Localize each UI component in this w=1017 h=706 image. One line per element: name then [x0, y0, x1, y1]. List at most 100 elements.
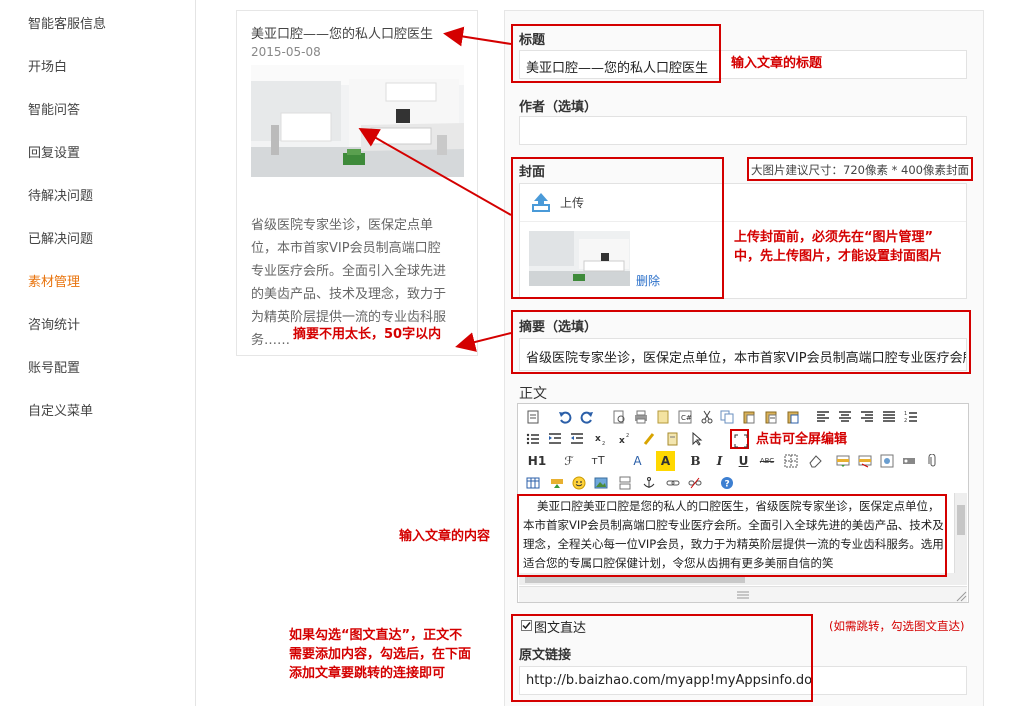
svg-text:2: 2 [626, 433, 629, 439]
eraser-icon[interactable] [806, 451, 825, 471]
insert-frame-icon[interactable] [548, 473, 567, 493]
svg-text:1: 1 [904, 411, 907, 417]
font-size-select[interactable]: тT [586, 451, 610, 471]
code-icon[interactable]: C# [676, 407, 695, 427]
resize-grip-icon [737, 591, 967, 602]
redo-icon[interactable] [578, 407, 597, 427]
title-annotation: 输入文章的标题 [731, 56, 823, 71]
sidebar-item-custom-menu[interactable]: 自定义菜单 [28, 400, 93, 419]
title-highlight-box [511, 24, 721, 83]
sidebar-item-opening[interactable]: 开场白 [28, 56, 67, 75]
fullscreen-icon[interactable] [730, 429, 749, 449]
sidebar-item-reply-settings[interactable]: 回复设置 [28, 142, 80, 161]
sidebar: 智能客服信息 开场白 智能问答 回复设置 待解决问题 已解决问题 素材管理 咨询… [0, 0, 196, 706]
paste-word-icon[interactable] [784, 407, 803, 427]
print-icon[interactable] [632, 407, 651, 427]
select-all-icon[interactable] [664, 429, 683, 449]
ordered-list-icon[interactable]: 12 [902, 407, 921, 427]
preview-title: 美亚口腔——您的私人口腔医生 [251, 27, 434, 42]
copy-icon[interactable] [718, 407, 737, 427]
editor-vertical-scrollbar[interactable] [954, 493, 967, 585]
align-center-icon[interactable] [836, 407, 855, 427]
template-icon[interactable] [654, 407, 673, 427]
cover-annotation-line-2: 中，先上传图片，才能设置封面图片 [734, 249, 943, 264]
bold-button[interactable]: B [686, 451, 705, 471]
highlight-icon[interactable]: A [656, 451, 675, 471]
page-break-icon[interactable] [616, 473, 635, 493]
svg-text:?: ? [725, 480, 730, 490]
toolbar-row-1: C# 12 [518, 407, 968, 429]
toolbar-row-4: ? [518, 473, 968, 495]
svg-text:x: x [619, 436, 625, 446]
anchor-icon[interactable] [640, 473, 659, 493]
superscript-icon[interactable]: x2 [616, 429, 635, 449]
body-label: 正文 [519, 386, 547, 402]
strikethrough-button[interactable]: ABC [756, 451, 778, 471]
clear-format-icon[interactable] [640, 429, 659, 449]
media-icon[interactable] [900, 451, 919, 471]
sidebar-item-resolved[interactable]: 已解决问题 [28, 228, 93, 247]
align-right-icon[interactable] [858, 407, 877, 427]
preview-date: 2015-05-08 [251, 45, 321, 59]
toolbar-row-2: x2 x2 [518, 429, 968, 451]
font-color-icon[interactable]: A [628, 451, 647, 471]
svg-text:2: 2 [904, 418, 907, 424]
table-grid-icon[interactable] [782, 451, 801, 471]
insert-row-icon[interactable] [834, 451, 853, 471]
paste-icon[interactable] [740, 407, 759, 427]
outdent-icon[interactable] [568, 429, 587, 449]
pointer-icon[interactable] [688, 429, 707, 449]
toolbar-row-3: H1 ℱ тT A A B I U ABC [518, 451, 968, 473]
svg-text:2: 2 [602, 441, 605, 446]
underline-button[interactable]: U [734, 451, 753, 471]
author-label: 作者（选填） [519, 100, 598, 115]
undo-icon[interactable] [556, 407, 575, 427]
sidebar-item-smart-qa[interactable]: 智能问答 [28, 99, 80, 118]
cover-annotation-line-1: 上传封面前，必须先在“图片管理” [734, 230, 934, 245]
subscript-icon[interactable]: x2 [592, 429, 611, 449]
scrollbar-thumb[interactable] [957, 505, 965, 535]
sidebar-item-account-config[interactable]: 账号配置 [28, 357, 80, 376]
table-icon[interactable] [524, 473, 543, 493]
unordered-list-icon[interactable] [524, 429, 543, 449]
help-icon[interactable]: ? [718, 473, 737, 493]
delete-row-icon[interactable] [856, 451, 875, 471]
direct-link-note-line-3: 添加文章要跳转的连接即可 [289, 666, 446, 681]
image-icon[interactable] [592, 473, 611, 493]
justify-icon[interactable] [880, 407, 899, 427]
align-left-icon[interactable] [814, 407, 833, 427]
image-edit-icon[interactable] [878, 451, 897, 471]
direct-link-highlight-box [511, 614, 813, 702]
content-annotation: 输入文章的内容 [399, 529, 491, 544]
content-highlight-box [517, 494, 947, 577]
editor-resize-bar[interactable] [519, 586, 967, 602]
sidebar-item-consult-stats[interactable]: 咨询统计 [28, 314, 80, 333]
sidebar-item-smart-service-info[interactable]: 智能客服信息 [28, 13, 106, 32]
summary-highlight-box [511, 310, 971, 374]
sidebar-item-pending[interactable]: 待解决问题 [28, 185, 93, 204]
sidebar-item-materials[interactable]: 素材管理 [28, 271, 80, 290]
fullscreen-annotation: 点击可全屏编辑 [756, 432, 848, 447]
article-preview-card: 美亚口腔——您的私人口腔医生 2015-05-08 省级医院专家坐诊，医保定点单… [236, 10, 478, 356]
summary-annotation: 摘要不用太长，50字以内 [293, 327, 442, 342]
preview-icon[interactable] [610, 407, 629, 427]
source-icon[interactable] [524, 407, 543, 427]
heading-select[interactable]: H1 [524, 451, 550, 471]
cover-size-hint: 大图片建议尺寸：720像素 * 400像素封面 [747, 157, 973, 181]
author-input[interactable] [519, 116, 967, 145]
attachment-icon[interactable] [924, 451, 943, 471]
cover-highlight-box [511, 157, 724, 299]
direct-link-note-line-2: 需要添加内容，勾选后，在下面 [289, 647, 472, 662]
font-family-select[interactable]: ℱ [558, 451, 580, 471]
svg-text:C#: C# [681, 414, 692, 422]
emoji-icon[interactable] [570, 473, 589, 493]
unlink-icon[interactable] [686, 473, 705, 493]
cut-icon[interactable] [698, 407, 717, 427]
link-icon[interactable] [664, 473, 683, 493]
paste-text-icon[interactable] [762, 407, 781, 427]
italic-button[interactable]: I [710, 451, 729, 471]
preview-cover-image [251, 65, 464, 177]
direct-link-annotation: (如需跳转，勾选图文直达) [829, 619, 965, 633]
svg-text:x: x [595, 434, 601, 444]
indent-icon[interactable] [546, 429, 565, 449]
